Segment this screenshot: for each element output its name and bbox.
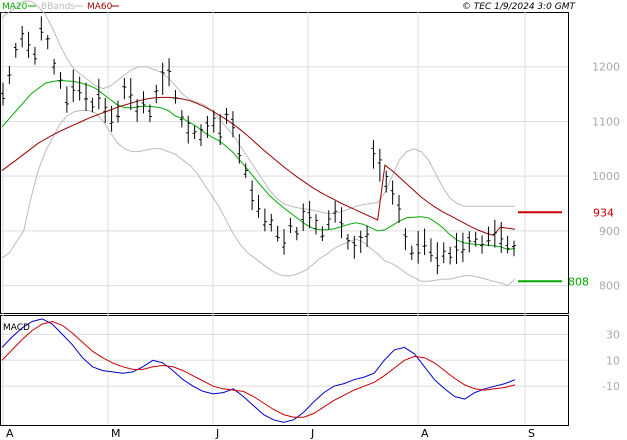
price-y-tick-label: 800 xyxy=(599,280,620,293)
price-y-tick-label: 900 xyxy=(599,225,620,238)
copyright-text: © TEC 1/9/2024 3:0 GMT xyxy=(462,2,577,12)
series-ma20-line xyxy=(1,79,516,251)
stock-chart: 8009001000110012003010-10 AMJJAS 934808 … xyxy=(0,0,620,440)
x-tick-label: S xyxy=(528,427,535,440)
x-tick-label: J xyxy=(215,427,219,440)
legend-bbands: BBands xyxy=(41,2,75,12)
support-label: 808 xyxy=(568,275,589,288)
x-tick-label: A xyxy=(6,427,14,440)
price-series xyxy=(1,0,516,287)
grid xyxy=(1,12,568,425)
price-y-tick-label: 1100 xyxy=(592,115,620,128)
price-y-tick-label: 1000 xyxy=(592,170,620,183)
x-tick-label: M xyxy=(111,427,121,440)
macd-y-tick-label: 30 xyxy=(606,328,620,341)
resistance-label: 934 xyxy=(593,206,614,219)
y-axis-labels: 800 900 1000 1100 1200 30 10 -10 xyxy=(592,61,620,393)
macd-y-tick-label: -10 xyxy=(602,380,620,393)
x-axis-labels: AMJJAS xyxy=(6,427,535,440)
support-resistance-levels: 934 808 xyxy=(518,206,614,288)
legend-ma20: MA20 xyxy=(2,2,28,12)
macd-panel-frame xyxy=(0,315,569,426)
x-tick-label: A xyxy=(421,427,429,440)
macd-signal-line xyxy=(1,320,516,418)
macd-y-tick-label: 10 xyxy=(606,354,620,367)
legend-ma60: MA60 xyxy=(87,2,113,12)
series-bbands-line xyxy=(1,0,515,214)
price-panel-frame xyxy=(0,12,569,314)
x-tick-label: J xyxy=(310,427,314,440)
chart-stage: 800 900 1000 1100 1200 30 10 -10 AMJJAS 934 808 … xyxy=(0,0,627,440)
price-y-tick-label: 1200 xyxy=(592,61,620,74)
legend: MA20 BBands MA60 xyxy=(2,2,119,12)
macd-panel-title: MACD xyxy=(3,323,30,333)
